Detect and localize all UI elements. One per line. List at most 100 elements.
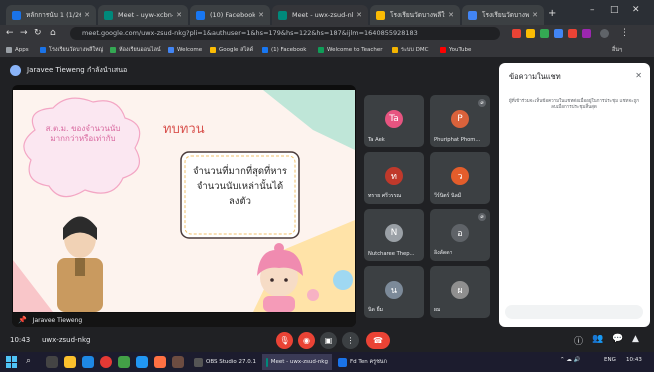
- presenting-label: Jaravee Tieweng กำลังนำเสนอ: [27, 66, 128, 74]
- bookmark-item[interactable]: Welcome: [168, 44, 202, 55]
- bookmark-apps[interactable]: Apps: [6, 44, 29, 55]
- participant-name: ผม: [434, 307, 441, 313]
- participant-tile[interactable]: P Phuriphat Phom... ⌀: [430, 95, 490, 147]
- camera-toggle-button[interactable]: ◉: [298, 332, 315, 349]
- extension-icon[interactable]: [554, 29, 563, 38]
- avatar: อ: [451, 224, 469, 242]
- tab-meet-1[interactable]: Meet - uyw-xcbn-nkg ✕: [98, 5, 188, 25]
- present-button[interactable]: ▣: [320, 332, 337, 349]
- forward-icon[interactable]: →: [20, 28, 28, 38]
- app-icon[interactable]: [136, 356, 148, 368]
- tab-meet-active[interactable]: Meet - uwx-zsud-nkg ✕: [272, 5, 368, 25]
- participant-name: วีร์นิตร์ นิลมี: [434, 193, 462, 199]
- extension-icon[interactable]: [526, 29, 535, 38]
- chat-notice: ผู้ที่เข้าร่วมจะเห็นข้อความในแชทต่อเมื่อ…: [509, 99, 639, 110]
- close-icon[interactable]: ✕: [84, 11, 90, 19]
- bookmark-item[interactable]: YouTube: [440, 44, 471, 55]
- menu-icon[interactable]: ⋮: [620, 28, 629, 38]
- file-explorer-icon[interactable]: [64, 356, 76, 368]
- info-icon[interactable]: ⓘ: [574, 334, 583, 347]
- app-icon: [338, 357, 347, 367]
- meeting-time: 10:43: [10, 336, 31, 344]
- windows-start-icon[interactable]: [6, 356, 18, 368]
- taskbar-app-obs[interactable]: OBS Studio 27.0.1: [190, 354, 260, 370]
- participant-tile[interactable]: ว วีร์นิตร์ นิลมี: [430, 152, 490, 204]
- extension-icon[interactable]: [568, 29, 577, 38]
- extension-icon[interactable]: [540, 29, 549, 38]
- avatar: ผ: [451, 281, 469, 299]
- bookmark-item[interactable]: ห้องเรียนออนไลน์: [110, 44, 161, 55]
- presenter-footer: 📌 Jaravee Tieweng: [12, 313, 356, 327]
- close-icon[interactable]: ✕: [176, 11, 182, 19]
- bookmark-icon: [392, 46, 398, 53]
- bookmark-item[interactable]: โรงเรียนวัดบางพลีใหญ่: [40, 44, 103, 55]
- back-icon[interactable]: ←: [6, 28, 14, 38]
- reload-icon[interactable]: ↻: [34, 28, 42, 38]
- task-view-icon[interactable]: [46, 356, 58, 368]
- tray-language[interactable]: ENG: [604, 357, 616, 363]
- avatar: ท: [385, 167, 403, 185]
- mic-toggle-button[interactable]: 🎙: [276, 332, 293, 349]
- presenter-name: Jaravee Tieweng: [32, 316, 83, 324]
- participant-tile[interactable]: ผ ผม: [430, 266, 490, 318]
- url-input[interactable]: meet.google.com/uwx-zsud-nkg?pli=1&authu…: [70, 27, 500, 40]
- home-icon[interactable]: ⌂: [50, 28, 56, 38]
- profile-avatar[interactable]: [600, 29, 609, 38]
- shared-slide: ทบทวน ส.ต.ม. ของจำนวนนับมากกว่าหรือเท่าก…: [13, 90, 355, 312]
- participant-tile[interactable]: N Nutcharee Thep...: [364, 209, 424, 261]
- tab-school-2[interactable]: โรงเรียนวัดบางพลี ✕: [462, 5, 544, 25]
- participant-name: Ta Aek: [368, 137, 385, 143]
- chrome-icon[interactable]: [100, 356, 112, 368]
- taskbar-app-zoom[interactable]: Fd Ten ครูชนก: [334, 354, 398, 370]
- maximize-button[interactable]: □: [610, 5, 619, 15]
- participant-name: Nutcharee Thep...: [368, 251, 415, 257]
- people-icon[interactable]: 👥: [592, 334, 603, 344]
- youtube-icon: [440, 46, 446, 53]
- tray-icons[interactable]: ⌃ ☁ 🔊: [560, 357, 580, 363]
- tab-school-1[interactable]: โรงเรียนวัดบางพลีใหญ่กลาง ✕: [370, 5, 460, 25]
- close-icon[interactable]: ✕: [356, 11, 362, 19]
- avatar: น: [385, 281, 403, 299]
- close-icon[interactable]: ✕: [635, 71, 642, 80]
- participant-tile[interactable]: น นิด ยิ้ม: [364, 266, 424, 318]
- extension-icon[interactable]: [512, 29, 521, 38]
- presentation-stage[interactable]: ทบทวน ส.ต.ม. ของจำนวนนับมากกว่าหรือเท่าก…: [12, 85, 356, 327]
- bookmark-item[interactable]: ระบบ DMC: [392, 44, 428, 55]
- bookmark-item[interactable]: Google สไลด์: [210, 44, 253, 55]
- extension-icon[interactable]: [582, 29, 591, 38]
- app-icon[interactable]: [154, 356, 166, 368]
- activities-icon[interactable]: ▲: [632, 334, 639, 344]
- avatar: N: [385, 224, 403, 242]
- school-icon: [376, 10, 385, 20]
- tab-facebook[interactable]: (10) Facebook ✕: [190, 5, 270, 25]
- chat-message-input[interactable]: [505, 305, 643, 319]
- close-window-button[interactable]: ✕: [632, 5, 640, 15]
- bookmark-item[interactable]: Welcome to Teacher: [318, 44, 383, 55]
- participant-tile[interactable]: อ อิงลัดดา ⌀: [430, 209, 490, 261]
- bookmark-item[interactable]: (1) Facebook: [262, 44, 306, 55]
- tray-clock[interactable]: 10:43: [626, 357, 642, 363]
- taskbar-app-meet[interactable]: Meet - uwx-zsud-nkg: [262, 354, 332, 370]
- participant-tile[interactable]: Ta Ta Aek: [364, 95, 424, 147]
- close-icon[interactable]: ✕: [258, 11, 264, 19]
- chat-icon[interactable]: 💬: [612, 334, 623, 344]
- minimize-button[interactable]: –: [590, 5, 595, 15]
- pin-icon[interactable]: 📌: [18, 316, 27, 324]
- slide-cloud-text: ส.ต.ม. ของจำนวนนับมากกว่าหรือเท่ากับ: [45, 124, 121, 143]
- more-options-button[interactable]: ⋮: [342, 332, 359, 349]
- leave-call-button[interactable]: ☎: [366, 332, 390, 349]
- presenting-banner: Jaravee Tieweng กำลังนำเสนอ: [10, 65, 127, 76]
- line-icon[interactable]: [118, 356, 130, 368]
- close-icon[interactable]: ✕: [448, 11, 454, 19]
- bookmark-other[interactable]: อื่นๆ: [612, 44, 622, 55]
- bookmark-icon: [110, 46, 116, 53]
- participant-tile[interactable]: ท ทราย ศรีวรรณ: [364, 152, 424, 204]
- close-icon[interactable]: ✕: [532, 11, 538, 19]
- meet-control-bar: 10:43 uwx-zsud-nkg 🎙 ◉ ▣ ⋮ ☎ ⓘ 👥 💬 ▲: [0, 330, 654, 352]
- bookmark-icon: [210, 46, 216, 53]
- tab-counting[interactable]: หลักการนับ 1 (1/260) ✕: [6, 5, 96, 25]
- new-tab-button[interactable]: +: [548, 8, 556, 19]
- edge-icon[interactable]: [82, 356, 94, 368]
- app-icon[interactable]: [172, 356, 184, 368]
- search-icon[interactable]: ⌕: [26, 356, 38, 368]
